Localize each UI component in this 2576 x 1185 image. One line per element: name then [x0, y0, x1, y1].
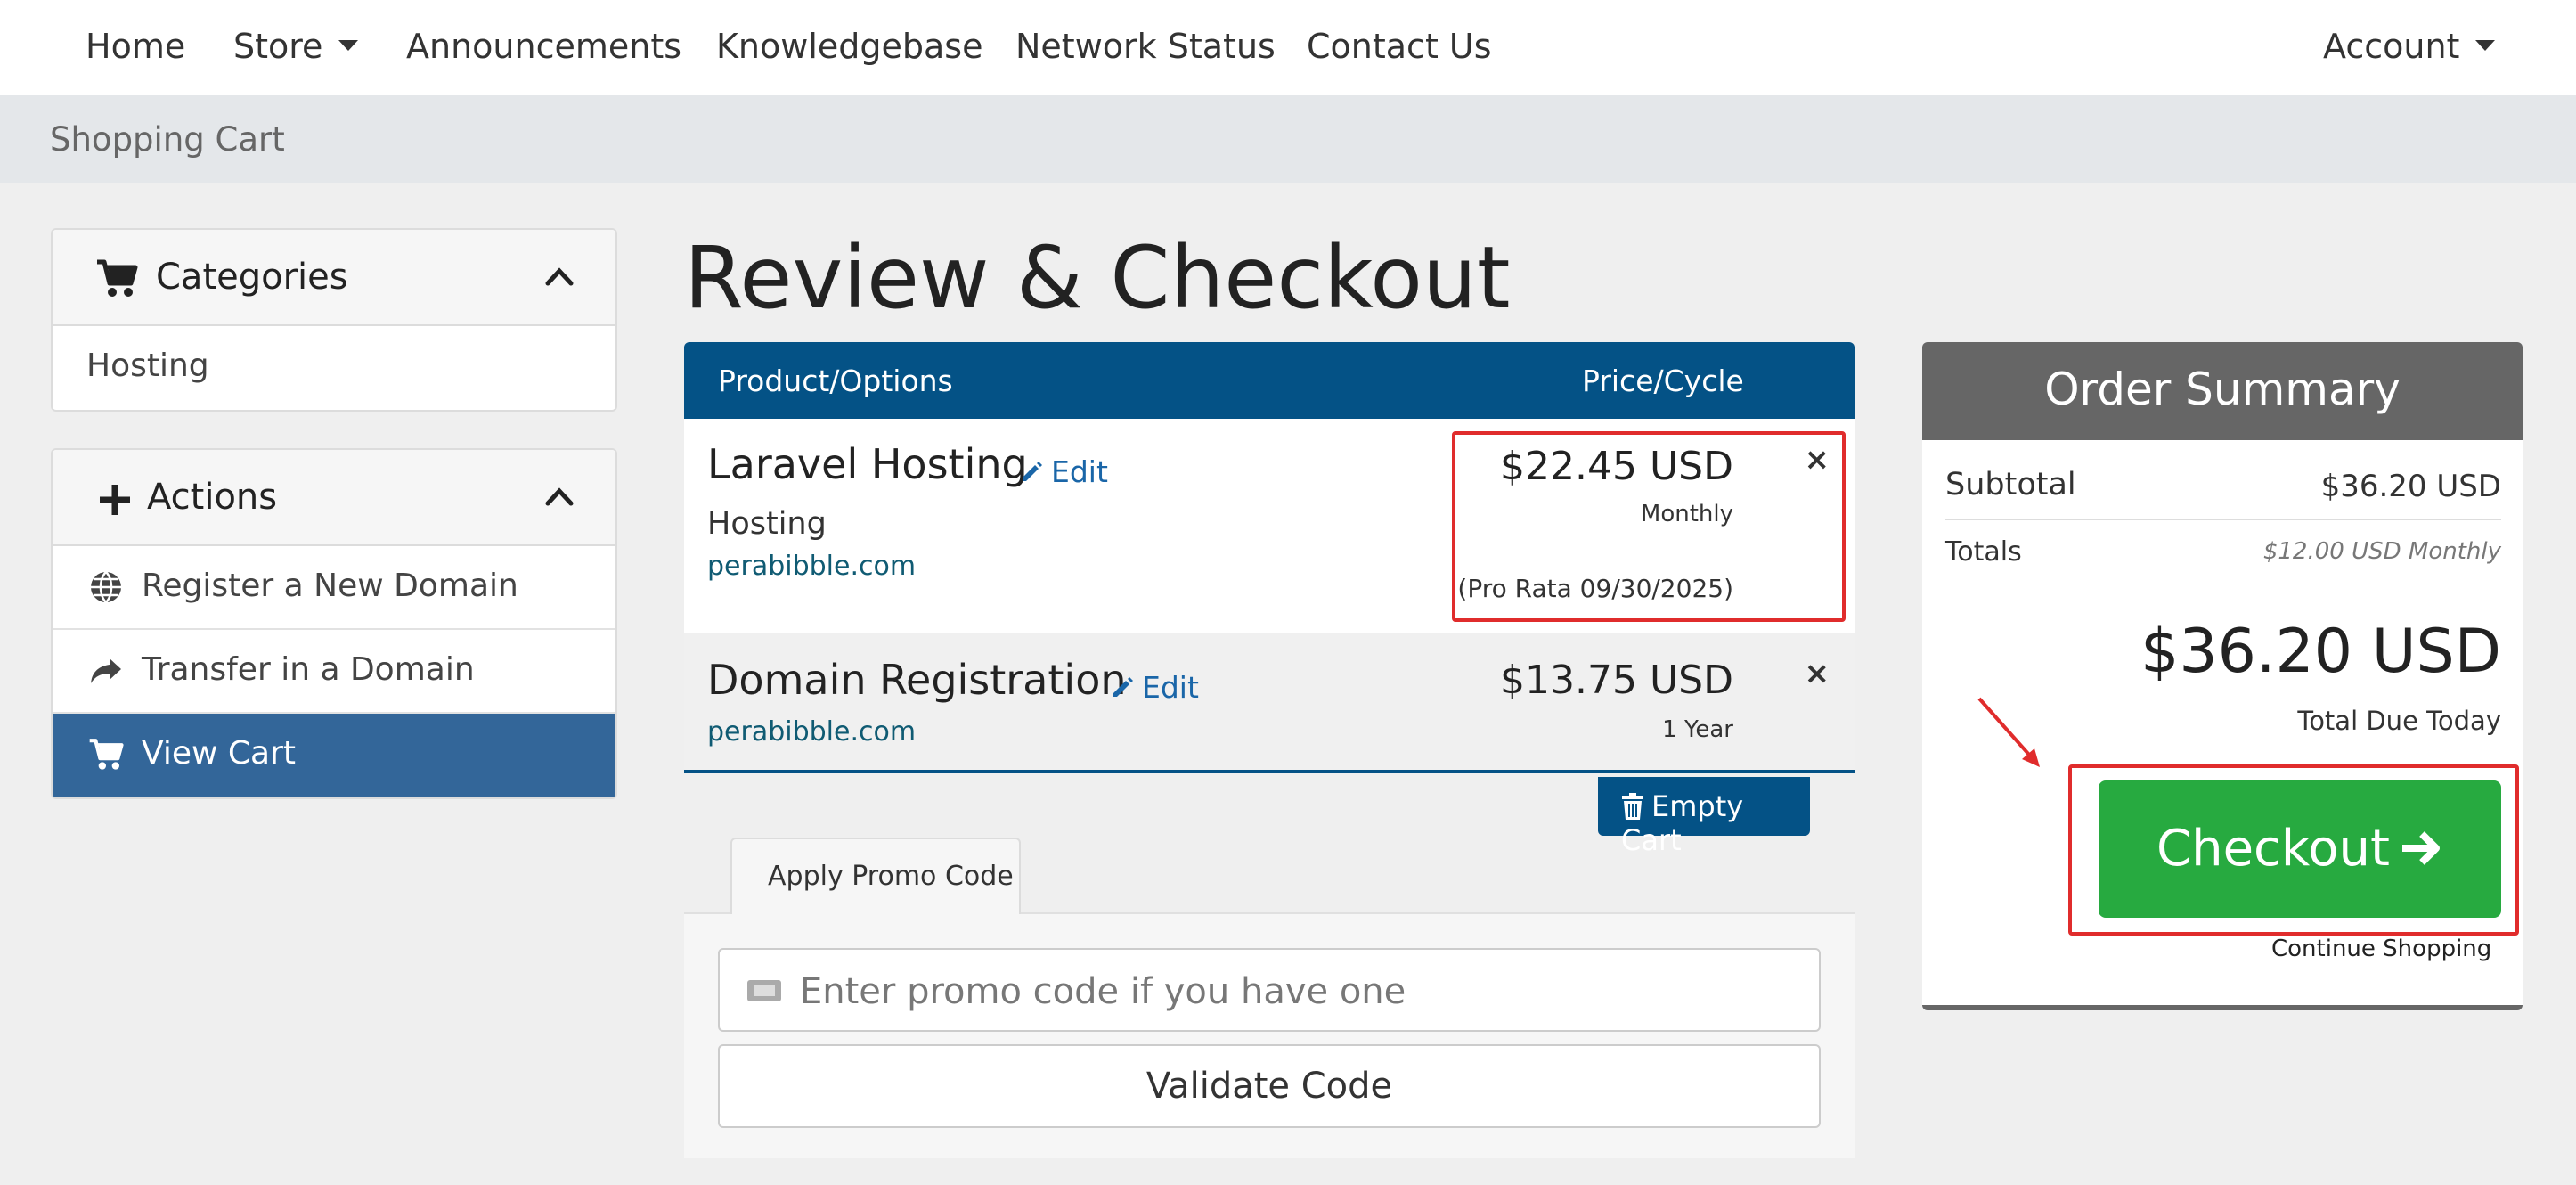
sidebar-item-label: Register a New Domain [142, 568, 518, 604]
plus-icon [100, 485, 130, 515]
chevron-up-icon[interactable] [544, 262, 575, 292]
actions-panel-header[interactable]: Actions [53, 450, 615, 546]
globe-icon [91, 571, 121, 603]
breadcrumb: Shopping Cart [50, 120, 285, 159]
edit-label: Edit [1142, 670, 1199, 705]
sidebar-item-label: Transfer in a Domain [142, 651, 475, 688]
cart-item-row: Laravel Hosting Edit Hosting perabibble.… [684, 419, 1855, 633]
nav-store-label: Store [233, 27, 323, 66]
ticket-icon [747, 980, 781, 1001]
arrow-right-icon [2401, 831, 2440, 865]
edit-link[interactable]: Edit [1019, 454, 1108, 489]
tab-apply-promo-code[interactable]: Apply Promo Code [730, 838, 1021, 914]
nav-store[interactable]: Store [233, 27, 359, 66]
highlight-box [1452, 431, 1846, 622]
sidebar-item-label: View Cart [142, 735, 296, 772]
chevron-up-icon[interactable] [544, 482, 575, 512]
nav-home[interactable]: Home [86, 27, 185, 66]
categories-panel: Categories Hosting [51, 228, 617, 412]
product-group: Hosting [707, 506, 827, 542]
checkout-text: Checkout [2156, 820, 2390, 878]
breadcrumb-bar: Shopping Cart [0, 95, 2576, 183]
caret-down-icon [338, 39, 359, 51]
item-cycle: 1 Year [1662, 716, 1733, 743]
categories-panel-header[interactable]: Categories [53, 230, 615, 326]
item-price: $13.75 USD [1500, 658, 1733, 703]
subtotal-value: $36.20 USD [2320, 469, 2501, 504]
pencil-icon [1023, 462, 1042, 481]
empty-cart-button[interactable]: Empty Cart [1598, 777, 1810, 857]
product-domain: perabibble.com [707, 716, 917, 748]
product-domain: perabibble.com [707, 551, 917, 582]
order-summary-header: Order Summary [1922, 342, 2523, 440]
edit-link[interactable]: Edit [1110, 670, 1199, 705]
caret-down-icon [2475, 39, 2496, 51]
nav-contact-us[interactable]: Contact Us [1307, 27, 1492, 66]
validate-label: Validate Code [1145, 1066, 1393, 1107]
nav-knowledgebase[interactable]: Knowledgebase [716, 27, 982, 66]
promo-tab-label: Apply Promo Code [768, 861, 1014, 892]
header-price: Price/Cycle [1582, 364, 1744, 398]
sidebar-item-hosting[interactable]: Hosting [53, 326, 615, 410]
nav-network-status[interactable]: Network Status [1015, 27, 1276, 66]
total-due-label: Total Due Today [2297, 706, 2501, 736]
divider [1945, 519, 2501, 520]
checkout-button[interactable]: Checkout [2099, 780, 2501, 918]
cart-table: Product/Options Price/Cycle Laravel Host… [684, 342, 1855, 773]
total-due: $36.20 USD [2140, 617, 2501, 687]
product-name: Laravel Hosting [707, 440, 1028, 488]
cart-icon [89, 739, 124, 770]
page-title: Review & Checkout [684, 228, 1511, 328]
nav-account-label: Account [2323, 27, 2460, 66]
nav-announcements[interactable]: Announcements [406, 27, 681, 66]
product-name: Domain Registration [707, 656, 1127, 704]
sidebar-item-register-domain[interactable]: Register a New Domain [53, 546, 615, 630]
sidebar-item-transfer-domain[interactable]: Transfer in a Domain [53, 630, 615, 714]
subtotal-label: Subtotal [1945, 467, 2076, 503]
top-navbar: Home Store Announcements Knowledgebase N… [0, 0, 2576, 95]
cart-icon [97, 259, 138, 297]
checkout-label: Checkout [2156, 820, 2443, 878]
cart-item-row: Domain Registration Edit perabibble.com … [684, 633, 1855, 773]
totals-label: Totals [1945, 536, 2022, 568]
continue-shopping-link[interactable]: Continue Shopping [2271, 936, 2491, 962]
actions-panel: Actions Register a New Domain Transfer i… [51, 448, 617, 799]
annotation-arrow-icon [1977, 697, 2040, 767]
actions-title: Actions [147, 477, 278, 518]
sidebar-item-view-cart[interactable]: View Cart [53, 714, 615, 797]
edit-label: Edit [1051, 454, 1108, 489]
sidebar-item-label: Hosting [86, 347, 209, 384]
pencil-icon [1113, 677, 1133, 697]
promo-panel: Enter promo code if you have one Validat… [684, 912, 1855, 1158]
remove-item-button[interactable]: × [1805, 656, 1830, 691]
categories-title: Categories [156, 257, 348, 298]
totals-value: $12.00 USD Monthly [2262, 538, 2501, 565]
nav-account[interactable]: Account [2323, 27, 2496, 66]
validate-code-button[interactable]: Validate Code [718, 1044, 1821, 1128]
share-icon [91, 658, 121, 683]
order-summary-title: Order Summary [2044, 364, 2401, 415]
promo-placeholder: Enter promo code if you have one [800, 971, 1406, 1012]
trash-icon [1622, 793, 1643, 820]
promo-code-input[interactable]: Enter promo code if you have one [718, 948, 1821, 1032]
cart-table-header: Product/Options Price/Cycle [684, 342, 1855, 419]
header-product: Product/Options [718, 364, 953, 398]
